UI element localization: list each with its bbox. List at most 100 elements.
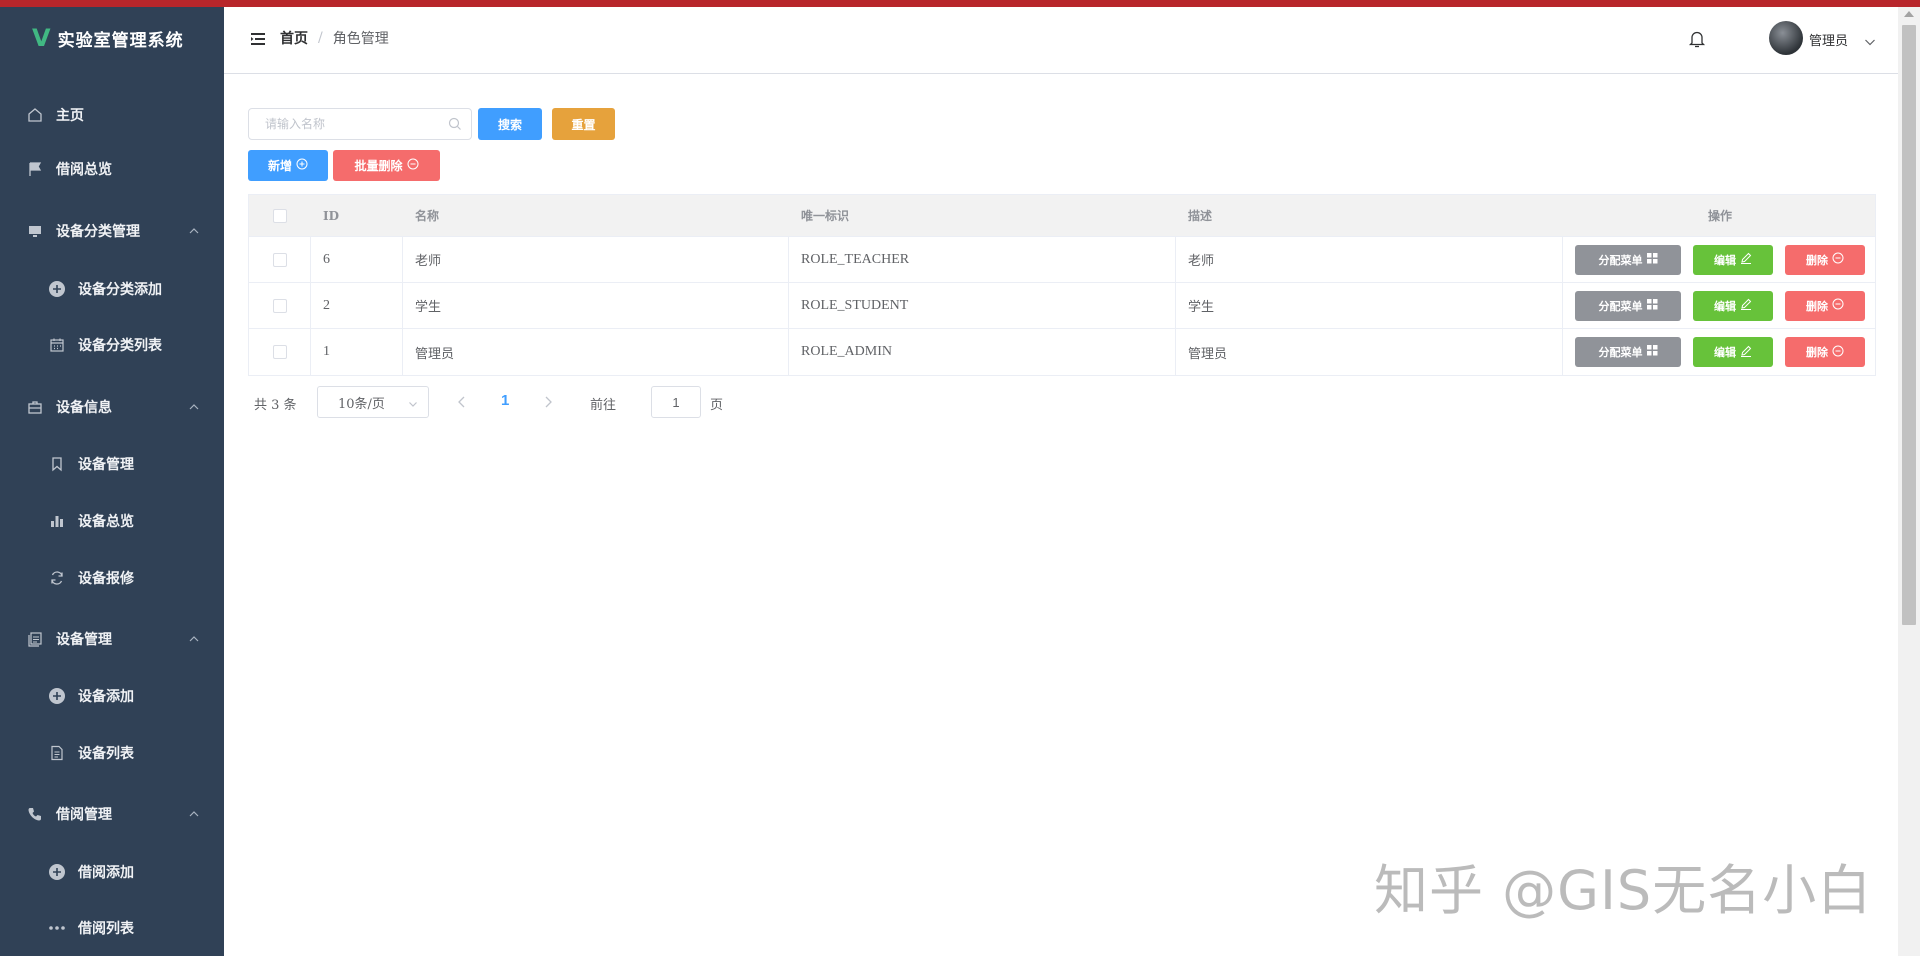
sidebar-item-borrow-management[interactable]: 借阅管理: [0, 786, 224, 842]
app-logo[interactable]: V 实验室管理系统: [0, 7, 224, 69]
sidebar-item-label: 设备信息: [56, 400, 112, 416]
search-input[interactable]: [248, 108, 472, 140]
edit-label: 编辑: [1714, 299, 1736, 313]
search-button[interactable]: 搜索: [478, 108, 542, 140]
goto-label: 前往: [590, 398, 617, 413]
cell-key: ROLE_STUDENT: [789, 283, 1176, 328]
edit-icon: [1740, 252, 1752, 267]
allocate-menu-button[interactable]: 分配菜单: [1575, 337, 1681, 367]
row-checkbox[interactable]: [272, 298, 287, 313]
column-header-description[interactable]: 描述: [1176, 195, 1563, 236]
page-number-current[interactable]: 1: [501, 392, 509, 409]
monitor-icon: [26, 222, 44, 240]
sidebar-item-borrow-add[interactable]: 借阅添加: [0, 844, 224, 900]
row-checkbox-cell: [249, 283, 311, 328]
cell-description: 老师: [1176, 237, 1563, 282]
batch-delete-button[interactable]: 批量删除: [333, 150, 440, 181]
breadcrumb: 首页 / 角色管理: [280, 28, 389, 48]
watermark: 知乎 @GIS无名小白: [1374, 859, 1873, 922]
page-size-select[interactable]: 10条/页: [317, 386, 429, 418]
cell-actions: 分配菜单 编辑 删除: [1563, 329, 1877, 375]
pagination-total: 共 3 条: [254, 398, 297, 413]
reset-button[interactable]: 重置: [552, 108, 615, 140]
menu-fold-icon[interactable]: [250, 31, 266, 45]
circle-minus-icon: [1832, 298, 1844, 313]
sidebar-item-label: 借阅管理: [56, 807, 112, 823]
more-icon: [48, 919, 66, 937]
chevron-down-icon: [408, 398, 418, 408]
sidebar-item-device-add[interactable]: 设备添加: [0, 668, 224, 724]
chevron-down-icon[interactable]: [1864, 33, 1876, 46]
circle-plus-outline-icon: [296, 158, 308, 173]
sidebar-item-category-list[interactable]: 设备分类列表: [0, 317, 224, 373]
main-content: 搜索 重置 新增 批量删除 ID 名称 唯一标识 描述 操作 6 老师 ROLE…: [224, 74, 1898, 956]
row-checkbox[interactable]: [272, 252, 287, 267]
vertical-scrollbar[interactable]: [1898, 7, 1920, 956]
select-all-checkbox[interactable]: [273, 208, 287, 223]
next-page-icon[interactable]: [542, 395, 554, 409]
bell-icon[interactable]: [1688, 29, 1706, 49]
scroll-up-arrow-icon[interactable]: [1904, 11, 1914, 17]
avatar[interactable]: [1769, 21, 1803, 55]
sidebar-item-borrow-overview[interactable]: 借阅总览: [0, 141, 224, 197]
table-row: 1 管理员 ROLE_ADMIN 管理员 分配菜单 编辑 删除: [249, 329, 1875, 375]
breadcrumb-home[interactable]: 首页: [280, 28, 308, 48]
sidebar-item-label: 借阅添加: [78, 865, 134, 881]
allocate-menu-label: 分配菜单: [1598, 299, 1643, 313]
edit-button[interactable]: 编辑: [1693, 290, 1773, 321]
allocate-menu-button[interactable]: 分配菜单: [1575, 290, 1681, 321]
page-unit-label: 页: [710, 398, 724, 413]
document-icon: [48, 744, 66, 762]
sidebar-item-equipment-management[interactable]: 设备管理: [0, 611, 224, 667]
sidebar-item-label: 设备分类管理: [56, 224, 140, 240]
delete-button[interactable]: 删除: [1785, 244, 1865, 275]
delete-button[interactable]: 删除: [1785, 337, 1865, 367]
column-header-id[interactable]: ID: [311, 195, 403, 236]
circle-plus-icon: [48, 687, 66, 705]
add-button[interactable]: 新增: [248, 150, 328, 181]
prev-page-icon[interactable]: [456, 395, 468, 409]
sidebar: V 实验室管理系统 主页 借阅总览 设备分类管理 设备分类添加 设备分类列表 设…: [0, 7, 224, 956]
cell-key: ROLE_ADMIN: [789, 329, 1176, 375]
sidebar-item-home[interactable]: 主页: [0, 87, 224, 143]
edit-label: 编辑: [1714, 346, 1736, 359]
scrollbar-thumb[interactable]: [1902, 25, 1916, 625]
cell-actions: 分配菜单 编辑 删除: [1563, 283, 1877, 328]
sidebar-item-device-info[interactable]: 设备信息: [0, 379, 224, 435]
search-icon[interactable]: [448, 116, 462, 130]
sidebar-item-category-management[interactable]: 设备分类管理: [0, 203, 224, 259]
cell-name: 管理员: [403, 329, 789, 375]
allocate-menu-label: 分配菜单: [1598, 346, 1643, 359]
chevron-up-icon: [188, 808, 200, 820]
goto-page-input[interactable]: [651, 386, 701, 418]
role-table: ID 名称 唯一标识 描述 操作 6 老师 ROLE_TEACHER 老师 分配…: [248, 194, 1876, 376]
column-header-key[interactable]: 唯一标识: [789, 195, 1176, 236]
bar-chart-icon: [48, 512, 66, 530]
sidebar-item-category-add[interactable]: 设备分类添加: [0, 261, 224, 317]
sidebar-item-device-repair[interactable]: 设备报修: [0, 550, 224, 606]
cell-id: 6: [311, 237, 403, 282]
sidebar-item-device-overview[interactable]: 设备总览: [0, 493, 224, 549]
allocate-menu-label: 分配菜单: [1598, 253, 1643, 267]
table-row: 6 老师 ROLE_TEACHER 老师 分配菜单 编辑 删除: [249, 237, 1875, 283]
row-checkbox-cell: [249, 329, 311, 375]
delete-button[interactable]: 删除: [1785, 290, 1865, 321]
allocate-menu-button[interactable]: 分配菜单: [1575, 244, 1681, 275]
page-size-value: 10条/页: [338, 396, 385, 412]
sidebar-item-borrow-list[interactable]: 借阅列表: [0, 900, 224, 956]
username[interactable]: 管理员: [1809, 30, 1848, 49]
column-header-name[interactable]: 名称: [403, 195, 789, 236]
calendar-icon: [48, 336, 66, 354]
edit-button[interactable]: 编辑: [1693, 244, 1773, 275]
sidebar-item-device-manage[interactable]: 设备管理: [0, 436, 224, 492]
cell-description: 学生: [1176, 283, 1563, 328]
app-title: 实验室管理系统: [57, 30, 184, 51]
chevron-up-icon: [188, 401, 200, 413]
refresh-icon: [48, 569, 66, 587]
cell-key: ROLE_TEACHER: [789, 237, 1176, 282]
sidebar-item-label: 借阅总览: [56, 162, 112, 178]
edit-button[interactable]: 编辑: [1693, 337, 1773, 367]
sidebar-item-device-list[interactable]: 设备列表: [0, 725, 224, 781]
row-checkbox[interactable]: [272, 345, 287, 359]
sidebar-item-label: 设备添加: [78, 689, 134, 705]
